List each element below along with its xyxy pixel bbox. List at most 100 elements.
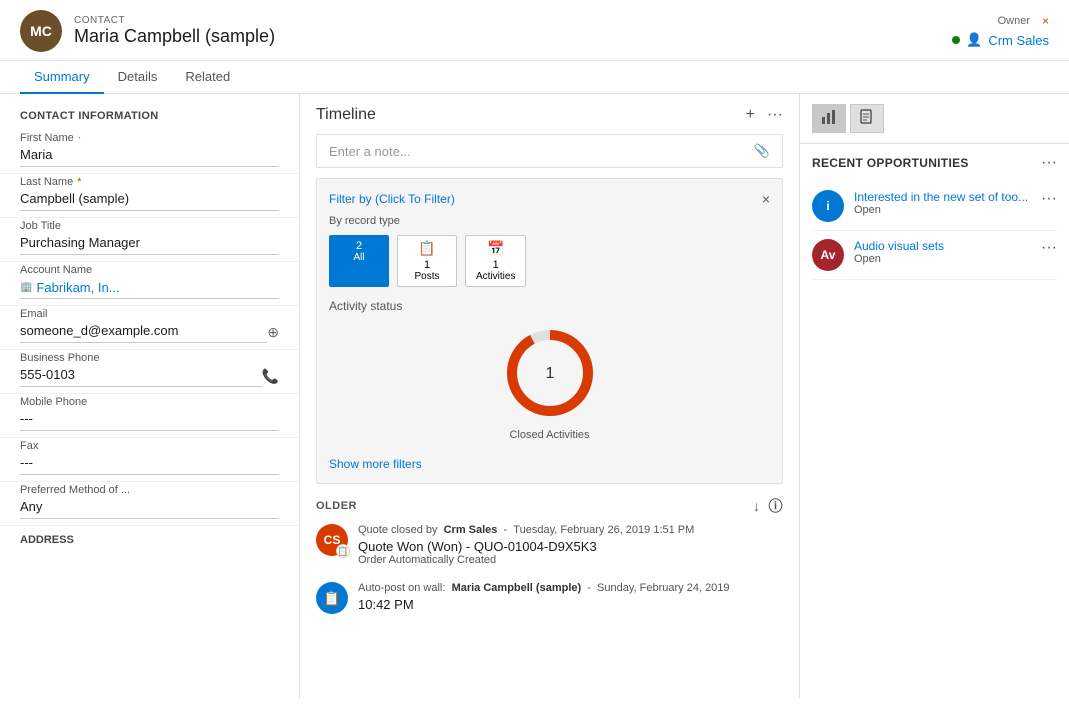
- preferred-method-label: Preferred Method of ...: [20, 484, 279, 496]
- rp-tab-document[interactable]: [850, 104, 884, 133]
- entry-body-1: Quote Won (Won) - QUO-01004-D9X5K3: [358, 539, 783, 554]
- note-attachment-icon: 📎: [754, 143, 770, 159]
- filter-btn-activities[interactable]: 📅 1 Activities: [465, 235, 526, 287]
- header-info: CONTACT Maria Campbell (sample): [74, 15, 275, 47]
- timeline-actions: + ···: [746, 106, 783, 124]
- contact-info-title: CONTACT INFORMATION: [0, 106, 299, 130]
- account-name-text[interactable]: Fabrikam, In...: [36, 280, 119, 295]
- entry-avatar-2: 📋: [316, 582, 348, 614]
- filter-btn-posts[interactable]: 📋 1 Posts: [397, 235, 457, 287]
- opp-title-1[interactable]: Interested in the new set of too...: [854, 190, 1031, 204]
- entry-avatar-badge-1: 📋: [336, 544, 350, 558]
- first-name-value[interactable]: Maria: [20, 145, 279, 167]
- opp-title-2[interactable]: Audio visual sets: [854, 239, 1031, 253]
- owner-person-icon: 👤: [966, 32, 982, 48]
- donut-svg: 1: [500, 323, 600, 423]
- field-mobile-phone: Mobile Phone ---: [0, 394, 299, 438]
- owner-close-button[interactable]: ×: [1042, 14, 1049, 28]
- timeline-entry-2: 📋 Auto-post on wall: Maria Campbell (sam…: [316, 582, 783, 614]
- note-input[interactable]: Enter a note... 📎: [316, 134, 783, 168]
- middle-panel: Timeline + ··· Enter a note... 📎 Filter …: [300, 94, 799, 698]
- preferred-method-value[interactable]: Any: [20, 497, 279, 519]
- business-phone-label: Business Phone: [20, 352, 279, 364]
- email-field-row: someone_d@example.com ⊕: [20, 321, 279, 343]
- tab-related[interactable]: Related: [171, 61, 244, 94]
- filter-close-button[interactable]: ×: [762, 191, 770, 207]
- required-marker-last: *: [77, 176, 81, 188]
- last-name-value[interactable]: Campbell (sample): [20, 189, 279, 211]
- document-icon: [859, 109, 875, 125]
- opportunity-item-2: Av Audio visual sets Open ···: [812, 231, 1057, 280]
- page-header: MC CONTACT Maria Campbell (sample) Owner…: [0, 0, 1069, 61]
- filter-click-link[interactable]: (Click To Filter): [375, 192, 455, 206]
- mobile-phone-label: Mobile Phone: [20, 396, 279, 408]
- owner-status-dot: [952, 36, 960, 44]
- entry-sub-1: Order Automatically Created: [358, 554, 783, 566]
- tab-summary[interactable]: Summary: [20, 61, 104, 94]
- opportunity-item-1: i Interested in the new set of too... Op…: [812, 182, 1057, 231]
- opp-content-2: Audio visual sets Open: [854, 239, 1031, 265]
- activities-icon: 📅: [487, 240, 504, 257]
- owner-value[interactable]: 👤 Crm Sales: [952, 32, 1049, 48]
- fax-value[interactable]: ---: [20, 453, 279, 475]
- filter-btn-all[interactable]: 2 All: [329, 235, 389, 287]
- field-last-name: Last Name * Campbell (sample): [0, 174, 299, 218]
- field-job-title: Job Title Purchasing Manager: [0, 218, 299, 262]
- opp-avatar-1: i: [812, 190, 844, 222]
- filter-box: Filter by (Click To Filter) × By record …: [316, 178, 783, 484]
- fax-label: Fax: [20, 440, 279, 452]
- sort-down-icon[interactable]: ↓: [753, 498, 761, 514]
- filter-by-label: Filter by (Click To Filter): [329, 192, 455, 206]
- recent-section-header: RECENT OPPORTUNITIES ···: [812, 154, 1057, 172]
- entry-avatar-1: CS 📋: [316, 524, 348, 556]
- note-placeholder: Enter a note...: [329, 144, 411, 159]
- header-left: MC CONTACT Maria Campbell (sample): [20, 10, 275, 52]
- phone-field-row: 555-0103 📞: [20, 365, 279, 387]
- recent-section-more-button[interactable]: ···: [1041, 154, 1057, 172]
- business-phone-value[interactable]: 555-0103: [20, 365, 262, 387]
- info-icon[interactable]: ⓘ: [769, 496, 784, 516]
- job-title-value[interactable]: Purchasing Manager: [20, 233, 279, 255]
- field-fax: Fax ---: [0, 438, 299, 482]
- timeline-add-button[interactable]: +: [746, 106, 755, 124]
- tab-details[interactable]: Details: [104, 61, 172, 94]
- opp-more-button-1[interactable]: ···: [1041, 190, 1057, 208]
- account-link-icon: 🏢: [20, 282, 32, 293]
- email-value[interactable]: someone_d@example.com: [20, 321, 267, 343]
- timeline-title: Timeline: [316, 106, 376, 124]
- email-label: Email: [20, 308, 279, 320]
- email-action-icon[interactable]: ⊕: [267, 324, 279, 341]
- header-right: Owner × 👤 Crm Sales: [952, 14, 1049, 48]
- opp-more-button-2[interactable]: ···: [1041, 239, 1057, 257]
- phone-action-icon[interactable]: 📞: [262, 368, 279, 385]
- entry-content-2: Auto-post on wall: Maria Campbell (sampl…: [358, 582, 783, 614]
- account-name-label: Account Name: [20, 264, 279, 276]
- address-section-title: ADDRESS: [0, 526, 299, 550]
- chart-icon: [821, 109, 837, 125]
- entry-body-2: 10:42 PM: [358, 597, 783, 612]
- required-marker: ·: [78, 132, 82, 144]
- timeline-header: Timeline + ···: [316, 106, 783, 124]
- mobile-phone-value[interactable]: ---: [20, 409, 279, 431]
- right-panel: RECENT OPPORTUNITIES ··· i Interested in…: [799, 94, 1069, 698]
- left-panel: CONTACT INFORMATION First Name · Maria L…: [0, 94, 300, 698]
- contact-title: Maria Campbell (sample): [74, 26, 275, 47]
- closed-activities-label: Closed Activities: [509, 429, 589, 441]
- field-first-name: First Name · Maria: [0, 130, 299, 174]
- field-account-name: Account Name 🏢 Fabrikam, In...: [0, 262, 299, 306]
- timeline-entry-1: CS 📋 Quote closed by Crm Sales - Tuesday…: [316, 524, 783, 566]
- older-separator: OLDER ↓ ⓘ: [316, 496, 783, 516]
- account-name-value[interactable]: 🏢 Fabrikam, In...: [20, 277, 279, 299]
- timeline-more-button[interactable]: ···: [767, 106, 783, 124]
- owner-name[interactable]: Crm Sales: [988, 33, 1049, 48]
- job-title-label: Job Title: [20, 220, 279, 232]
- entry-meta-2: Auto-post on wall: Maria Campbell (sampl…: [358, 582, 783, 594]
- show-more-filters[interactable]: Show more filters: [329, 457, 770, 471]
- contact-avatar: MC: [20, 10, 62, 52]
- recent-section-title: RECENT OPPORTUNITIES: [812, 156, 969, 170]
- rp-tab-chart[interactable]: [812, 104, 846, 133]
- field-email: Email someone_d@example.com ⊕: [0, 306, 299, 350]
- older-label: OLDER: [316, 500, 357, 512]
- recent-opportunities-section: RECENT OPPORTUNITIES ··· i Interested in…: [800, 144, 1069, 290]
- last-name-label: Last Name *: [20, 176, 279, 188]
